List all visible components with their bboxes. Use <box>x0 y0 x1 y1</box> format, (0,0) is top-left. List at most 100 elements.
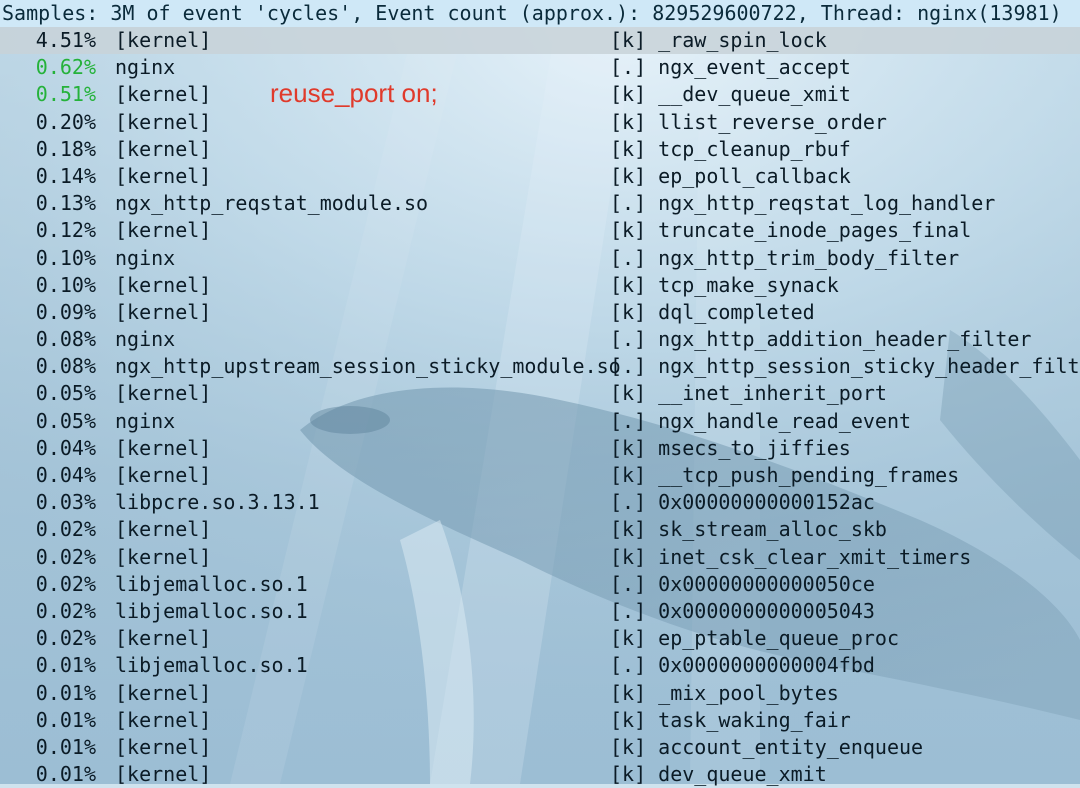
sample-row[interactable]: 0.01% [kernel] [k] account_entity_enqueue <box>0 734 1080 761</box>
shared-object: [kernel] <box>115 299 212 324</box>
sample-row[interactable]: 0.02% libjemalloc.so.1 [.] 0x0000000000005… <box>0 598 1080 625</box>
sample-row[interactable]: 0.08% ngx_http_upstream_session_sticky_mo… <box>0 353 1080 380</box>
overhead-percent: 0.01% <box>35 707 96 732</box>
shared-object: [kernel] <box>115 707 212 732</box>
overhead-percent: 0.02% <box>35 517 96 542</box>
shared-object: nginx <box>115 408 176 433</box>
sample-row[interactable]: 0.01% [kernel] [k] task_waking_fair <box>0 707 1080 734</box>
shared-object: libjemalloc.so.1 <box>115 571 308 596</box>
symbol-name: [k] __inet_inherit_port <box>610 381 887 406</box>
overhead-percent: 0.02% <box>35 544 96 569</box>
symbol-name: [.] ngx_http_addition_header_filter <box>610 327 1032 352</box>
shared-object: nginx <box>115 245 176 270</box>
overhead-percent: 0.04% <box>35 463 96 487</box>
selected-sample-row[interactable]: 4.51% [kernel] [k] _raw_spin_lock <box>0 27 1080 55</box>
shared-object: [kernel] <box>115 680 212 705</box>
overhead-percent: 0.51% <box>35 82 96 107</box>
sample-row[interactable]: 0.01% [kernel] [k] _mix_pool_bytes <box>0 680 1080 707</box>
shared-object: [kernel] <box>115 435 212 460</box>
overhead-percent: 0.01% <box>35 734 96 759</box>
symbol-name: [.] ngx_http_reqstat_log_handler <box>610 191 996 216</box>
shared-object: [kernel] <box>115 109 212 134</box>
sample-row[interactable]: 0.10% nginx [.] ngx_http_trim_body_filter <box>0 245 1080 272</box>
sample-row[interactable]: 0.03% libpcre.so.3.13.1 [.] 0x000000000001… <box>0 489 1080 516</box>
overhead-percent: 0.05% <box>35 381 96 406</box>
overhead-percent: 0.18% <box>35 136 96 161</box>
shared-object: nginx <box>115 55 176 80</box>
overhead-percent: 0.13% <box>35 191 96 216</box>
symbol-name: [.] 0x00000000000152ac <box>610 490 875 515</box>
sample-row[interactable]: 0.09% [kernel] [k] dql_completed <box>0 299 1080 326</box>
sample-row[interactable]: 0.51% [kernel] [k] __dev_queue_xmit <box>0 81 1080 108</box>
shared-object: [kernel] <box>115 28 212 52</box>
symbol-name: [k] ep_poll_callback <box>610 163 851 188</box>
sample-row[interactable]: 0.05% [kernel] [k] __inet_inherit_port <box>0 380 1080 407</box>
sample-row[interactable]: 0.14% [kernel] [k] ep_poll_callback <box>0 163 1080 190</box>
overhead-percent: 0.09% <box>35 299 96 324</box>
shared-object: ngx_http_upstream_session_sticky_module.… <box>115 354 621 379</box>
sample-row[interactable]: 0.02% libjemalloc.so.1 [.] 0x0000000000005… <box>0 571 1080 598</box>
shared-object: [kernel] <box>115 272 212 297</box>
sample-row[interactable]: 0.62% nginx [.] ngx_event_accept <box>0 54 1080 81</box>
symbol-name: [k] sk_stream_alloc_skb <box>610 517 887 542</box>
symbol-name: [k] inet_csk_clear_xmit_timers <box>610 544 972 569</box>
shared-object: ngx_http_reqstat_module.so <box>115 191 429 216</box>
sample-row[interactable]: 0.02% [kernel] [k] ep_ptable_queue_proc <box>0 625 1080 652</box>
symbol-name: [.] ngx_event_accept <box>610 55 851 80</box>
sample-row[interactable]: 0.01% libjemalloc.so.1 [.] 0x0000000000004… <box>0 652 1080 679</box>
shared-object: [kernel] <box>115 163 212 188</box>
sample-row[interactable]: 0.05% nginx [.] ngx_handle_read_event <box>0 408 1080 435</box>
overhead-percent: 0.01% <box>35 653 96 678</box>
overhead-percent: 0.04% <box>35 435 96 460</box>
sample-row[interactable]: 0.20% [kernel] [k] llist_reverse_order <box>0 109 1080 136</box>
symbol-name: [.] ngx_http_trim_body_filter <box>610 245 960 270</box>
overhead-percent: 0.20% <box>35 109 96 134</box>
shared-object: [kernel] <box>115 734 212 759</box>
overhead-percent: 0.10% <box>35 272 96 297</box>
symbol-name: [k] __dev_queue_xmit <box>610 82 851 107</box>
overhead-percent: 0.12% <box>35 218 96 243</box>
shared-object: [kernel] <box>115 463 212 487</box>
symbol-name: [k] tcp_make_synack <box>610 272 839 297</box>
overhead-percent: 0.08% <box>35 354 96 379</box>
perf-report-header: Samples: 3M of event 'cycles', Event cou… <box>0 0 1080 27</box>
overhead-percent: 0.01% <box>35 680 96 705</box>
symbol-name: [k] account_entity_enqueue <box>610 734 924 759</box>
shared-object: libpcre.so.3.13.1 <box>115 490 320 515</box>
symbol-name: [.] 0x00000000000050ce <box>610 571 875 596</box>
sample-row[interactable]: 0.04% [kernel] [k] msecs_to_jiffies <box>0 435 1080 462</box>
symbol-name: [k] _mix_pool_bytes <box>610 680 839 705</box>
sample-row[interactable]: 0.18% [kernel] [k] tcp_cleanup_rbuf <box>0 136 1080 163</box>
shared-object: [kernel] <box>115 218 212 243</box>
shared-object: libjemalloc.so.1 <box>115 598 308 623</box>
shared-object: libjemalloc.so.1 <box>115 653 308 678</box>
sample-list[interactable]: 4.51% [kernel] [k] _raw_spin_lock 0.62% ngin… <box>0 27 1080 788</box>
sample-row[interactable]: 0.04% [kernel] [k] __tcp_push_pending_fram… <box>0 462 1080 489</box>
overhead-percent: 0.08% <box>35 327 96 352</box>
shared-object: [kernel] <box>115 381 212 406</box>
overhead-percent: 0.05% <box>35 408 96 433</box>
sample-row[interactable]: 0.08% nginx [.] ngx_http_addition_header_f… <box>0 326 1080 353</box>
symbol-name: [k] truncate_inode_pages_final <box>610 218 972 243</box>
sample-row[interactable]: 0.13% ngx_http_reqstat_module.so [.] ngx_h… <box>0 190 1080 217</box>
symbol-name: [k] msecs_to_jiffies <box>610 435 851 460</box>
shared-object: [kernel] <box>115 626 212 651</box>
symbol-name: [.] 0x0000000000005043 <box>610 598 875 623</box>
overhead-percent: 0.02% <box>35 571 96 596</box>
sample-row[interactable]: 0.12% [kernel] [k] truncate_inode_pages_fi… <box>0 217 1080 244</box>
annotation-label: reuse_port on; <box>270 78 438 108</box>
sample-row[interactable]: 0.02% [kernel] [k] inet_csk_clear_xmit_tim… <box>0 544 1080 571</box>
sample-row[interactable]: 0.10% [kernel] [k] tcp_make_synack <box>0 272 1080 299</box>
sample-row[interactable]: 0.02% [kernel] [k] sk_stream_alloc_skb <box>0 516 1080 543</box>
shared-object: nginx <box>115 327 176 352</box>
symbol-name: [.] ngx_http_session_sticky_header_filte… <box>610 354 1080 379</box>
shared-object: [kernel] <box>115 136 212 161</box>
symbol-name: [.] 0x0000000000004fbd <box>610 653 875 678</box>
symbol-name: [k] dql_completed <box>610 299 815 324</box>
symbol-name: [k] llist_reverse_order <box>610 109 887 134</box>
overhead-percent: 4.51% <box>35 28 96 52</box>
symbol-name: [k] _raw_spin_lock <box>610 28 827 52</box>
shared-object: [kernel] <box>115 517 212 542</box>
overhead-percent: 0.62% <box>35 55 96 80</box>
overhead-percent: 0.02% <box>35 598 96 623</box>
